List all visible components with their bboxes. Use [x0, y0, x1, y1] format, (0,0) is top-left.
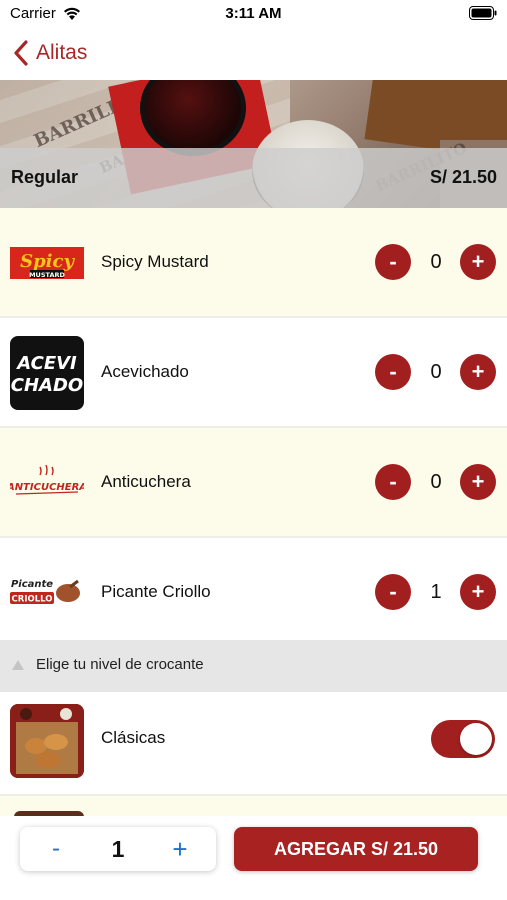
sauce-quantity: 0 [430, 471, 442, 493]
list-item-sauce: ANTICUCHERA Anticuchera - 0 + [0, 428, 507, 536]
hero-image: BARRILITO BARRILITO BARRILITO Regular S/… [0, 80, 507, 208]
crunch-section-header[interactable]: Elige tu nivel de crocante [0, 640, 507, 692]
svg-text:ANTICUCHERA: ANTICUCHERA [10, 482, 84, 493]
svg-text:ACEVI: ACEVI [15, 353, 77, 374]
sauce-name: Anticuchera [101, 472, 191, 491]
svg-text:MUSTARD: MUSTARD [29, 271, 65, 279]
decrease-button[interactable]: - [375, 354, 411, 390]
clasicas-toggle[interactable] [431, 720, 495, 758]
clasicas-wings-image [10, 704, 84, 778]
status-bar: Carrier 3:11 AM [0, 0, 507, 28]
wings-box-icon [10, 704, 84, 778]
increase-button[interactable]: + [460, 244, 496, 280]
battery-icon [469, 6, 497, 20]
svg-text:Spicy: Spicy [20, 251, 75, 272]
svg-text:CHADO: CHADO [11, 375, 83, 396]
back-button[interactable]: Alitas [12, 38, 87, 68]
order-quantity: 1 [111, 836, 125, 862]
triangle-up-icon [12, 660, 24, 670]
sauce-quantity: 1 [430, 581, 442, 603]
nav-bar: Alitas [0, 28, 507, 80]
svg-text:CRIOLLO: CRIOLLO [12, 595, 53, 605]
size-label: Regular [11, 167, 79, 187]
chevron-left-icon [14, 40, 28, 66]
acevichado-logo-icon: ACEVI CHADO [11, 353, 83, 396]
sauce-name: Acevichado [101, 362, 189, 381]
order-footer: - 1 + AGREGAR S/ 21.50 [0, 816, 507, 900]
order-increase-button[interactable]: + [162, 832, 198, 866]
order-decrease-button[interactable]: - [38, 832, 74, 866]
decrease-button[interactable]: - [375, 244, 411, 280]
clock-time: 3:11 AM [225, 5, 282, 22]
order-quantity-stepper: - 1 + [20, 827, 216, 871]
picante-criollo-logo-icon: Picante CRIOLLO [10, 579, 80, 605]
spicy-mustard-logo-icon: Spicy MUSTARD [10, 247, 84, 279]
back-label: Alitas [36, 41, 88, 64]
spicy-mustard-logo: Spicy MUSTARD [10, 226, 84, 300]
add-to-cart-button[interactable]: AGREGAR S/ 21.50 [234, 827, 478, 871]
decrease-button[interactable]: - [375, 464, 411, 500]
section-title: Elige tu nivel de crocante [36, 656, 204, 673]
anticuchera-logo: ANTICUCHERA [10, 446, 84, 520]
increase-button[interactable]: + [460, 354, 496, 390]
list-item-sauce: ACEVI CHADO Acevichado - 0 + [0, 318, 507, 426]
sauce-quantity: 0 [430, 251, 442, 273]
list-item-sauce: Spicy MUSTARD Spicy Mustard - 0 + [0, 208, 507, 316]
list-item-crunch-option: Clásicas [0, 692, 507, 792]
acevichado-logo: ACEVI CHADO [10, 336, 84, 410]
toggle-knob [460, 723, 492, 755]
anticuchera-logo-icon: ANTICUCHERA [10, 464, 84, 495]
svg-text:Picante: Picante [11, 579, 53, 590]
increase-button[interactable]: + [460, 464, 496, 500]
size-price: S/ 21.50 [429, 167, 497, 187]
option-name: Clásicas [101, 728, 166, 747]
sauce-quantity: 0 [430, 361, 442, 383]
sauce-name: Spicy Mustard [101, 252, 209, 271]
increase-button[interactable]: + [460, 574, 496, 610]
picante-criollo-logo: Picante CRIOLLO [10, 556, 84, 630]
decrease-button[interactable]: - [375, 574, 411, 610]
sauce-name: Picante Criollo [101, 582, 211, 601]
list-item-sauce: Picante CRIOLLO Picante Criollo - 1 + [0, 538, 507, 646]
